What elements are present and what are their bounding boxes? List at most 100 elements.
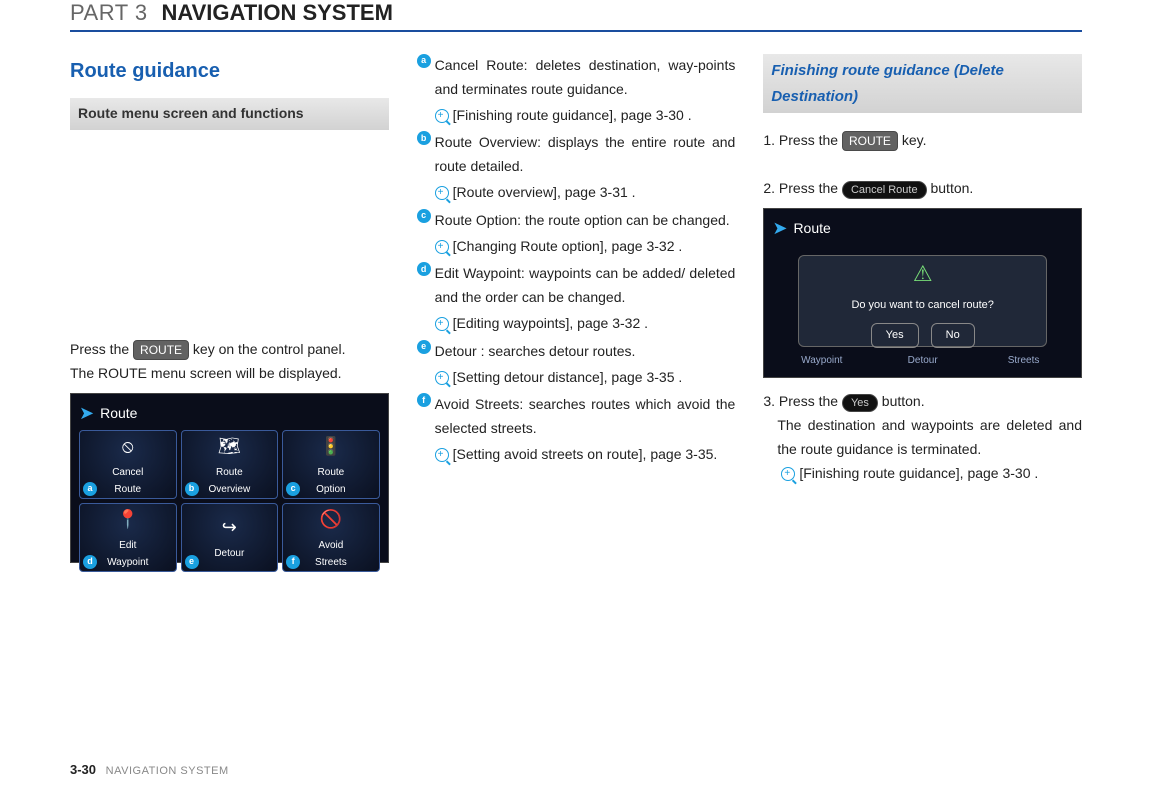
step-3: 3. Press the Yes button. bbox=[763, 390, 1082, 414]
reference: [Changing Route option], page 3-32 . bbox=[417, 235, 736, 259]
item-text: Avoid Streets: searches routes which avo… bbox=[435, 393, 736, 441]
subsection-heading: Finishing route guidance (Delete Destina… bbox=[763, 54, 1082, 113]
option-icon: 🚦 bbox=[320, 431, 342, 462]
part-label: PART 3 bbox=[70, 0, 148, 25]
page-footer: 3-30 NAVIGATION SYSTEM bbox=[70, 762, 229, 777]
reference: [Setting avoid streets on route], page 3… bbox=[417, 443, 736, 467]
route-key: ROUTE bbox=[133, 340, 189, 360]
screenshot-title: Route bbox=[793, 217, 830, 241]
paragraph: Press the ROUTE key on the control panel… bbox=[70, 338, 389, 362]
magnifier-icon bbox=[435, 448, 449, 462]
ref-text: [Finishing route guidance], page 3-30 . bbox=[799, 465, 1038, 481]
reference: [Setting detour distance], page 3-35 . bbox=[417, 366, 736, 390]
cell-label: Edit Waypoint bbox=[107, 537, 148, 571]
cell-label: Route Overview bbox=[208, 464, 250, 498]
magnifier-icon bbox=[781, 467, 795, 481]
image-placeholder bbox=[70, 138, 389, 338]
avoid-icon: 🚫 bbox=[320, 504, 342, 535]
cell-cancel-route: ⦸Cancel Route a bbox=[79, 430, 177, 499]
tag-a: a bbox=[83, 482, 97, 496]
step-2: 2. Press the Cancel Route button. bbox=[763, 177, 1082, 201]
text: button. bbox=[878, 393, 925, 409]
route-menu-screenshot: ➤ Route ⦸Cancel Routea 🗺Route Overviewb … bbox=[70, 393, 389, 563]
reference: [Finishing route guidance], page 3-30 . bbox=[417, 104, 736, 128]
item-text: Route Overview: displays the entire rout… bbox=[435, 131, 736, 179]
text: key. bbox=[898, 132, 927, 148]
dialog-screenshot: ➤ Route ⚠ Do you want to cancel route? Y… bbox=[763, 208, 1082, 378]
tag-d: d bbox=[83, 555, 97, 569]
col-2: aCancel Route: deletes destination, way-… bbox=[417, 54, 736, 583]
ref-text: [Changing Route option], page 3-32 . bbox=[453, 238, 683, 254]
item-text: Cancel Route: deletes destination, way-p… bbox=[435, 54, 736, 102]
text: 1. Press the bbox=[763, 132, 842, 148]
list-item: b Route Overview: displays the entire rou… bbox=[417, 131, 736, 179]
page-number: 3-30 bbox=[70, 762, 96, 777]
dialog-box: ⚠ Do you want to cancel route? Yes No bbox=[798, 255, 1047, 347]
reference: [Finishing route guidance], page 3-30 . bbox=[763, 462, 1082, 486]
bullet-b: b bbox=[417, 131, 431, 145]
ghost-detour: Detour bbox=[875, 352, 970, 369]
yes-button-label: Yes bbox=[842, 394, 878, 412]
ref-text: [Finishing route guidance], page 3-30 . bbox=[453, 107, 692, 123]
bullet-e: e bbox=[417, 340, 431, 354]
tag-e: e bbox=[185, 555, 199, 569]
tag-f: f bbox=[286, 555, 300, 569]
nav-arrow-icon: ➤ bbox=[772, 213, 787, 244]
ghost-waypoint: Waypoint bbox=[774, 352, 869, 369]
step-3-desc: The destination and waypoints are delete… bbox=[763, 414, 1082, 462]
text: 3. Press the bbox=[763, 393, 842, 409]
cell-label: Route Option bbox=[316, 464, 345, 498]
text: key on the control panel. bbox=[189, 341, 345, 357]
text: button. bbox=[927, 180, 974, 196]
dialog-buttons: Yes No bbox=[871, 323, 975, 348]
tag-b: b bbox=[185, 482, 199, 496]
nav-arrow-icon: ➤ bbox=[79, 398, 94, 429]
cell-detour: ↪Detoure bbox=[181, 503, 279, 572]
screenshot-grid: ⦸Cancel Routea 🗺Route Overviewb 🚦Route O… bbox=[79, 430, 380, 554]
ghost-row: Waypoint Detour Streets bbox=[774, 352, 1071, 369]
list-item: aCancel Route: deletes destination, way-… bbox=[417, 54, 736, 102]
magnifier-icon bbox=[435, 109, 449, 123]
page-header: PART 3 NAVIGATION SYSTEM bbox=[70, 0, 1082, 32]
no-button: No bbox=[931, 323, 975, 348]
dialog-text: Do you want to cancel route? bbox=[851, 296, 993, 315]
item-text: Detour : searches detour routes. bbox=[435, 340, 736, 364]
section-heading: Route guidance bbox=[70, 54, 389, 88]
ref-text: [Route overview], page 3-31 . bbox=[453, 184, 636, 200]
text: 2. Press the bbox=[763, 180, 842, 196]
tag-c: c bbox=[286, 482, 300, 496]
item-text: Route Option: the route option can be ch… bbox=[435, 209, 736, 233]
list-item: c Route Option: the route option can be c… bbox=[417, 209, 736, 233]
col-1: Route guidance Route menu screen and fun… bbox=[70, 54, 389, 583]
paragraph: The ROUTE menu screen will be displayed. bbox=[70, 362, 389, 386]
magnifier-icon bbox=[435, 240, 449, 254]
screenshot-header: ➤ Route bbox=[764, 209, 1081, 248]
reference: [Route overview], page 3-31 . bbox=[417, 181, 736, 205]
magnifier-icon bbox=[435, 317, 449, 331]
screenshot-title: Route bbox=[100, 402, 137, 426]
cell-label: Avoid Streets bbox=[315, 537, 347, 571]
step-1: 1. Press the ROUTE key. bbox=[763, 129, 1082, 153]
text: Press the bbox=[70, 341, 133, 357]
cell-avoid-streets: 🚫Avoid Streets f bbox=[282, 503, 380, 572]
route-key: ROUTE bbox=[842, 131, 898, 151]
ref-text: [Setting avoid streets on route], page 3… bbox=[453, 446, 718, 462]
bullet-d: d bbox=[417, 262, 431, 276]
cancel-icon: ⦸ bbox=[122, 431, 134, 462]
cell-label: Detour bbox=[214, 545, 244, 562]
magnifier-icon bbox=[435, 186, 449, 200]
cancel-route-button: Cancel Route bbox=[842, 181, 927, 199]
ref-text: [Editing waypoints], page 3-32 . bbox=[453, 315, 648, 331]
ref-text: [Setting detour distance], page 3-35 . bbox=[453, 369, 683, 385]
yes-button: Yes bbox=[871, 323, 919, 348]
footer-title: NAVIGATION SYSTEM bbox=[106, 765, 229, 777]
cell-edit-waypoint: 📍Edit Waypoint d bbox=[79, 503, 177, 572]
bullet-f: f bbox=[417, 393, 431, 407]
cell-route-option: 🚦Route Option c bbox=[282, 430, 380, 499]
subsection-heading: Route menu screen and functions bbox=[70, 98, 389, 130]
cell-route-overview: 🗺Route Overviewb bbox=[181, 430, 279, 499]
waypoint-icon: 📍 bbox=[117, 504, 139, 535]
columns: Route guidance Route menu screen and fun… bbox=[70, 54, 1082, 583]
bullet-c: c bbox=[417, 209, 431, 223]
cell-label: Cancel Route bbox=[112, 464, 143, 498]
